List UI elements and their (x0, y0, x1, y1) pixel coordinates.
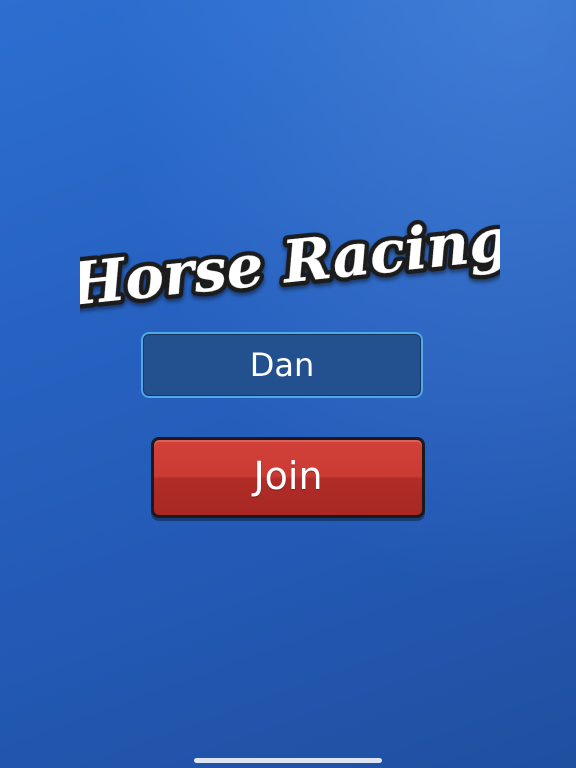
game-logo: Horse Racing Horse Racing (80, 210, 500, 320)
logo-title: Horse Racing (80, 210, 500, 319)
join-button[interactable]: Join (151, 437, 425, 518)
player-name-input[interactable] (141, 332, 423, 398)
home-indicator[interactable] (194, 758, 382, 763)
join-button-label: Join (253, 454, 323, 498)
